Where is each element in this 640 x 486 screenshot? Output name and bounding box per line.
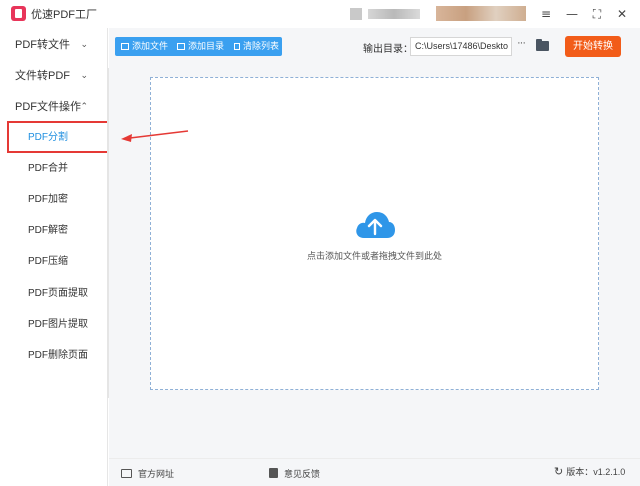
feedback-icon [269, 468, 278, 478]
file-toolbar: 添加文件 添加目录 清除列表 [115, 37, 282, 56]
version-info[interactable]: ↻ 版本：v1.2.1.0 [554, 465, 625, 478]
browse-more-button[interactable]: ··· [517, 37, 526, 49]
sidebar-item-pdf-encrypt[interactable]: PDF加密 [28, 190, 68, 210]
chevron-down-icon: ⌄ [80, 40, 88, 50]
sidebar-group-pdf-operations[interactable]: PDF文件操作 ⌃ [0, 92, 108, 122]
sidebar-item-pdf-image-extract[interactable]: PDF图片提取 [28, 315, 88, 335]
sidebar-group-label: 文件转PDF [15, 70, 70, 82]
cloud-upload-icon [356, 212, 395, 238]
output-dir-label: 输出目录： [363, 44, 413, 55]
redacted-username [368, 9, 420, 19]
clear-list-label: 清除列表 [243, 41, 280, 51]
sidebar-group-label: PDF文件操作 [15, 101, 81, 113]
start-convert-button[interactable]: 开始转换 [565, 36, 621, 57]
annotation-arrow [121, 130, 189, 142]
file-drop-zone[interactable]: 点击添加文件或者拖拽文件到此处 [150, 77, 599, 390]
highlight-box [7, 121, 109, 153]
sidebar-group-label: PDF转文件 [15, 39, 70, 51]
chevron-up-icon: ⌃ [80, 102, 88, 112]
trash-icon [234, 43, 240, 50]
clear-list-button[interactable]: 清除列表 [234, 37, 279, 56]
redacted-avatar [350, 8, 362, 20]
open-folder-icon[interactable] [536, 39, 549, 51]
main-panel: 添加文件 添加目录 清除列表 输出目录： C:\Users\17486\Desk… [109, 28, 640, 458]
version-label: 版本：v1.2.1.0 [566, 467, 626, 477]
website-link[interactable]: 官方网址 [121, 467, 174, 480]
status-bar: 官方网址 意见反馈 ↻ 版本：v1.2.1.0 [109, 458, 640, 486]
add-file-icon [121, 43, 129, 50]
output-path-field[interactable]: C:\Users\17486\Deskto [410, 37, 512, 56]
sidebar-item-pdf-compress[interactable]: PDF压缩 [28, 252, 68, 272]
sidebar-item-pdf-delete-pages[interactable]: PDF删除页面 [28, 346, 88, 366]
add-file-label: 添加文件 [132, 41, 169, 51]
redacted-account-info[interactable] [436, 6, 526, 21]
add-folder-label: 添加目录 [188, 41, 225, 51]
website-label: 官方网址 [138, 469, 175, 479]
title-bar: 优速PDF工厂 ≡ — ⛶ ✕ [0, 0, 640, 28]
drop-hint-text: 点击添加文件或者拖拽文件到此处 [306, 251, 442, 261]
maximize-button[interactable]: ⛶ [588, 5, 606, 23]
sidebar-group-pdf-to-file[interactable]: PDF转文件 ⌄ [0, 30, 108, 60]
sidebar-item-pdf-merge[interactable]: PDF合并 [28, 159, 68, 179]
app-logo-icon [11, 6, 26, 21]
monitor-icon [121, 469, 132, 478]
chevron-down-icon: ⌄ [80, 71, 88, 81]
sidebar: PDF转文件 ⌄ 文件转PDF ⌄ PDF文件操作 ⌃ PDF分割 PDF合并 … [0, 28, 109, 486]
app-title: 优速PDF工厂 [31, 9, 97, 21]
add-folder-button[interactable]: 添加目录 [177, 37, 224, 56]
sidebar-item-pdf-decrypt[interactable]: PDF解密 [28, 221, 68, 241]
refresh-icon: ↻ [554, 465, 564, 478]
close-button[interactable]: ✕ [613, 5, 631, 23]
sidebar-group-file-to-pdf[interactable]: 文件转PDF ⌄ [0, 61, 108, 91]
feedback-link[interactable]: 意见反馈 [269, 467, 320, 480]
minimize-button[interactable]: — [563, 5, 581, 23]
folder-outline-icon [177, 43, 185, 50]
add-file-button[interactable]: 添加文件 [121, 37, 168, 56]
sidebar-item-pdf-page-extract[interactable]: PDF页面提取 [28, 284, 88, 304]
feedback-label: 意见反馈 [284, 469, 321, 479]
menu-icon[interactable]: ≡ [537, 5, 555, 23]
